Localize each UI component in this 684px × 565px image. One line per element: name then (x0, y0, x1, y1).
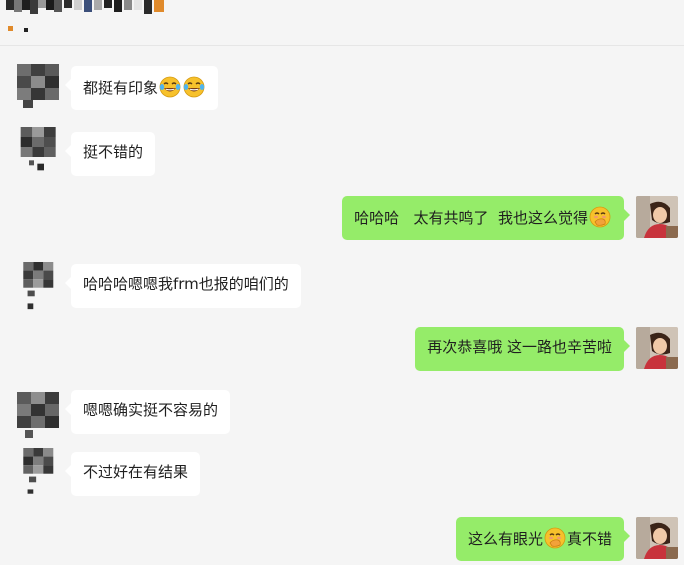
message-text: 不过好在有结果 (83, 463, 189, 481)
message-bubble-incoming[interactable]: 不过好在有结果 (64, 452, 201, 496)
message-bubble-incoming[interactable]: 嗯嗯确实挺不容易的 (64, 390, 231, 434)
message-text: 挺不错的 (83, 143, 144, 161)
chat-header (0, 0, 684, 46)
contact-avatar[interactable] (15, 64, 63, 114)
contact-avatar[interactable] (15, 127, 63, 177)
hand-over-mouth-emoji-icon (544, 527, 566, 549)
contact-avatar[interactable] (15, 448, 63, 498)
message-text: 这么有眼光 (467, 530, 543, 548)
message-text: 真不错 (566, 530, 612, 548)
message-bubble-outgoing[interactable]: 哈哈哈 太有共鸣了 我也这么觉得 (342, 196, 630, 240)
message-text: 再次恭喜哦 这一路也辛苦啦 (427, 338, 612, 356)
chat-title-mosaic (6, 0, 164, 32)
self-avatar[interactable] (636, 327, 678, 369)
contact-avatar[interactable] (15, 392, 63, 442)
tears-of-joy-emoji-icon (159, 76, 181, 98)
message-bubble-incoming[interactable]: 哈哈哈嗯嗯我frm也报的咱们的 (65, 264, 301, 308)
contact-avatar[interactable] (15, 262, 63, 312)
message-bubble-incoming[interactable]: 都挺有印象 (64, 66, 219, 110)
message-bubble-outgoing[interactable]: 再次恭喜哦 这一路也辛苦啦 (415, 327, 630, 371)
hand-over-mouth-emoji-icon (589, 206, 611, 228)
message-text: 都挺有印象 (83, 79, 159, 97)
self-avatar[interactable] (636, 196, 678, 238)
message-bubble-incoming[interactable]: 挺不错的 (64, 132, 156, 176)
message-text: 嗯嗯确实挺不容易的 (83, 401, 219, 419)
message-text: 哈哈哈嗯嗯我frm也报的咱们的 (83, 275, 289, 293)
message-bubble-outgoing[interactable]: 这么有眼光 真不错 (455, 517, 631, 561)
tears-of-joy-emoji-icon (183, 76, 205, 98)
message-text: 哈哈哈 太有共鸣了 我也这么觉得 (354, 209, 588, 227)
self-avatar[interactable] (636, 517, 678, 559)
